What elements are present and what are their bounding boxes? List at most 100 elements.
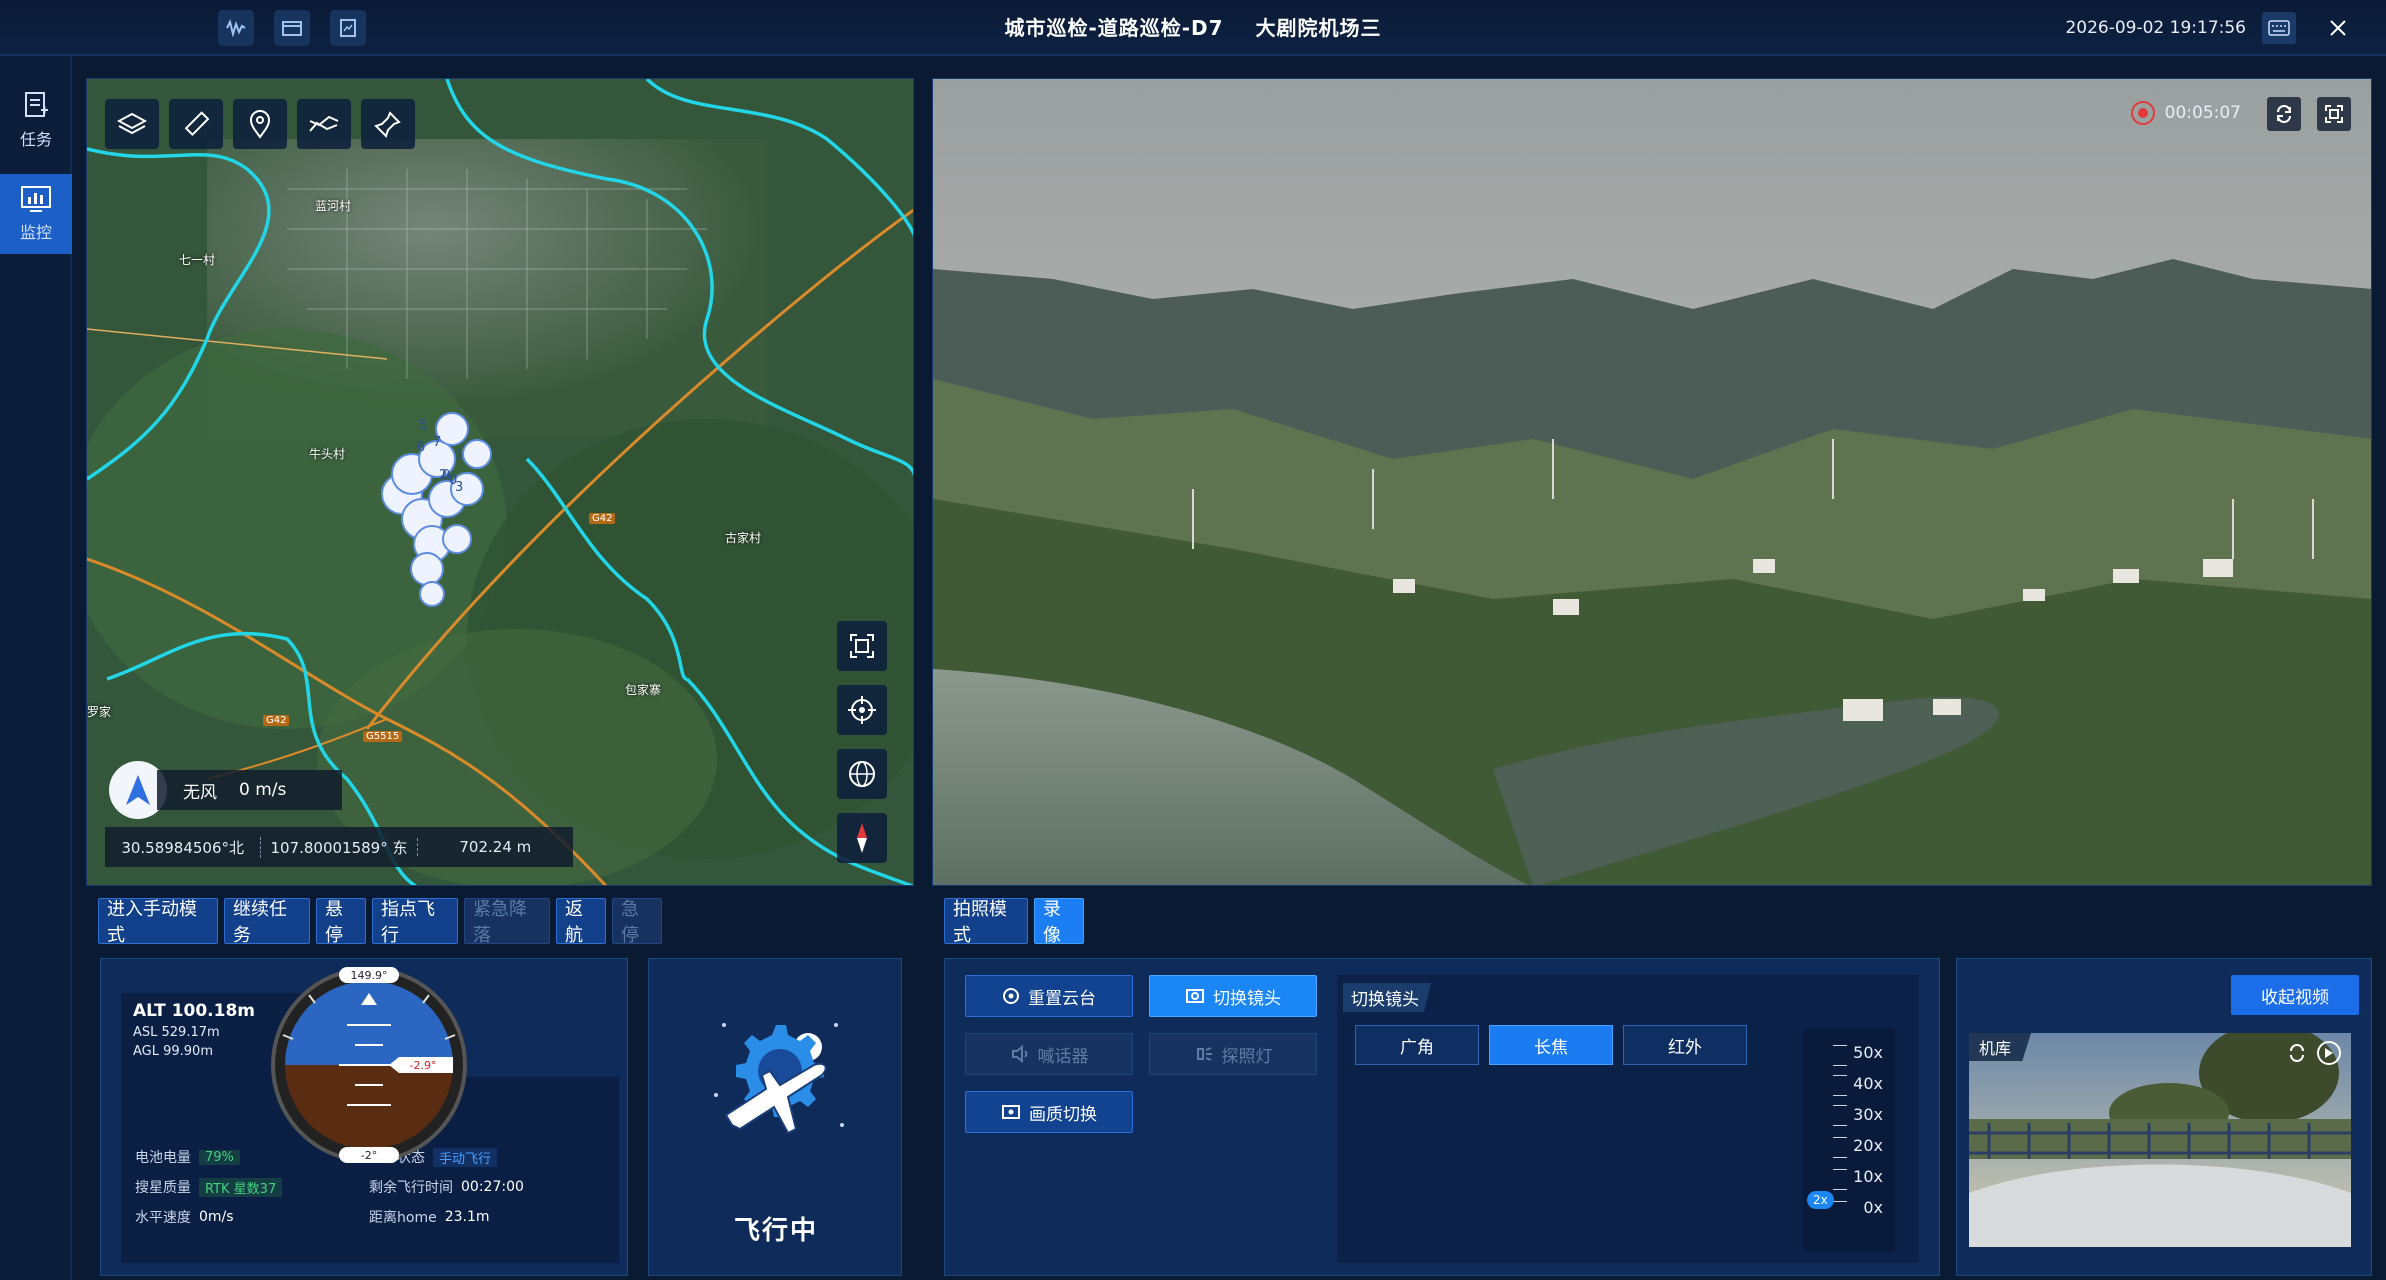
airplane-track-icon[interactable]: [297, 99, 351, 149]
ruler-icon[interactable]: [169, 99, 223, 149]
dock-play-icon[interactable]: [2317, 1041, 2341, 1065]
drone-flying-icon: [714, 1023, 844, 1135]
place-label: 七一村: [179, 253, 216, 267]
altitude: 702.24 m: [416, 838, 573, 856]
zoom-tick-line: [1833, 1137, 1847, 1138]
close-icon[interactable]: [2322, 12, 2354, 44]
place-label: 牛头村: [309, 447, 346, 461]
fullscreen-icon[interactable]: [2317, 97, 2351, 131]
sidebar-item-task[interactable]: 任务: [0, 80, 72, 160]
telemetry-panel: ALT 100.18m ASL 529.17m AGL 99.90m 电池电量 …: [100, 958, 628, 1276]
layers-icon[interactable]: [105, 99, 159, 149]
gps-value: RTK 星数37: [199, 1177, 283, 1197]
zoom-tick-line: [1833, 1045, 1847, 1046]
sidebar-item-monitor[interactable]: 监控: [0, 174, 72, 254]
switch-lens-button[interactable]: 切换镜头: [1149, 975, 1317, 1017]
home-value: 23.1m: [444, 1209, 490, 1225]
road-badge: G42: [589, 513, 616, 524]
spotlight-icon: [1196, 1047, 1212, 1061]
video-mode-button[interactable]: 录像: [1034, 898, 1084, 946]
emergency-stop-button[interactable]: 急停: [612, 898, 662, 946]
live-video-feed[interactable]: [933, 79, 2372, 886]
zoom-tick: 0x: [1863, 1198, 1883, 1217]
flight-control-bar: 进入手动模式 继续任务 悬停 指点飞行 紧急降落 返航 急停: [98, 898, 662, 946]
video-panel[interactable]: 00:05:07: [932, 78, 2372, 886]
spotlight-button[interactable]: 探照灯: [1149, 1033, 1317, 1075]
reset-gimbal-button[interactable]: 重置云台: [965, 975, 1133, 1017]
pin-icon[interactable]: [361, 99, 415, 149]
home-distance-stat: 距离home 23.1m: [369, 1207, 490, 1227]
map-panel[interactable]: 576 12003 蓝河村 七一村 牛头村 古家村 包家寨 罗家 G42 G42…: [86, 78, 914, 886]
continue-task-button[interactable]: 继续任务: [224, 898, 310, 946]
svg-text:6: 6: [417, 440, 425, 455]
zoom-tick-line: [1833, 1075, 1847, 1076]
gps-stat: 搜星质量 RTK 星数37: [135, 1177, 283, 1197]
place-label: 蓝河村: [315, 199, 352, 213]
speaker-button[interactable]: 喊话器: [965, 1033, 1133, 1075]
manual-mode-button[interactable]: 进入手动模式: [98, 898, 218, 946]
emergency-landing-button[interactable]: 紧急降落: [464, 898, 550, 946]
zoom-tick: 10x: [1853, 1167, 1883, 1186]
flight-status-panel: 飞行中: [648, 958, 902, 1276]
battery-label: 电池电量: [135, 1150, 191, 1166]
point-flight-button[interactable]: 指点飞行: [372, 898, 458, 946]
zoom-tick: 50x: [1853, 1043, 1883, 1062]
dock-video-feed[interactable]: 机库: [1969, 1033, 2351, 1247]
recording-indicator: 00:05:07: [2130, 101, 2241, 125]
task-icon: [25, 92, 48, 117]
remaining-label: 剩余飞行时间: [369, 1180, 453, 1196]
zoom-tick: 30x: [1853, 1105, 1883, 1124]
road-badge: G42: [263, 715, 290, 726]
hover-button[interactable]: 悬停: [316, 898, 366, 946]
globe-icon[interactable]: [837, 749, 887, 799]
remaining-time-stat: 剩余飞行时间 00:27:00: [369, 1177, 524, 1197]
return-home-button[interactable]: 返航: [556, 898, 606, 946]
record-time: 00:05:07: [2164, 103, 2241, 123]
gimbal-icon: [1003, 988, 1019, 1004]
sidebar: 任务 监控: [0, 56, 72, 1280]
zoom-tick-line: [1833, 1189, 1847, 1190]
top-bar: 城市巡检-道路巡检-D7 大剧院机场三 2026-09-02 19:17:56: [0, 0, 2386, 56]
camera-mode-bar: 拍照模式 录像: [944, 898, 1084, 946]
site-title: 大剧院机场三: [1255, 16, 1382, 40]
zoom-tick: 40x: [1853, 1074, 1883, 1093]
quality-icon: [1002, 1105, 1020, 1119]
location-pin-icon[interactable]: [233, 99, 287, 149]
battery-stat: 电池电量 79%: [135, 1147, 240, 1167]
gimbal-control-panel: 重置云台 切换镜头 喊话器 探照灯 画质切换 切换镜头 广角 长焦 红外 50x…: [944, 958, 1940, 1276]
collapse-video-button[interactable]: 收起视频: [2231, 975, 2359, 1015]
keyboard-icon[interactable]: [2262, 12, 2296, 44]
datetime: 2026-09-02 19:17:56: [2065, 18, 2246, 38]
switch-lens-label: 切换镜头: [1213, 988, 1281, 1009]
remaining-value: 00:27:00: [461, 1179, 524, 1195]
switch-camera-icon: [1186, 989, 1204, 1003]
fit-screen-icon[interactable]: [837, 621, 887, 671]
zoom-slider[interactable]: 50x 40x 30x 20x 10x 0x 2x: [1803, 1029, 1895, 1251]
heading-value: 149.9°: [351, 969, 388, 982]
flight-status-label: 飞行中: [733, 1216, 818, 1246]
zoom-current[interactable]: 2x: [1807, 1191, 1834, 1209]
lens-ir-button[interactable]: 红外: [1623, 1025, 1747, 1065]
lens-tele-button[interactable]: 长焦: [1489, 1025, 1613, 1065]
hspeed-stat: 水平速度 0m/s: [135, 1207, 234, 1227]
place-label: 包家寨: [625, 683, 662, 697]
zoom-tick-line: [1833, 1105, 1847, 1106]
zoom-tick-line: [1833, 1157, 1847, 1158]
refresh-icon[interactable]: [2267, 97, 2301, 131]
zoom-tick-line: [1833, 1125, 1847, 1126]
speaker-icon: [1011, 1045, 1027, 1063]
photo-mode-button[interactable]: 拍照模式: [944, 898, 1028, 946]
lens-wide-button[interactable]: 广角: [1355, 1025, 1479, 1065]
compass-north-icon[interactable]: [837, 813, 887, 863]
quality-switch-label: 画质切换: [1029, 1104, 1097, 1125]
hspeed-value: 0m/s: [199, 1209, 234, 1225]
crosshair-icon[interactable]: [837, 685, 887, 735]
svg-text:1: 1: [455, 448, 463, 463]
dock-refresh-icon[interactable]: [2287, 1043, 2307, 1067]
coordinate-bar: 30.58984506°北 107.80001589° 东 702.24 m: [105, 827, 573, 867]
svg-text:7: 7: [433, 435, 441, 450]
zoom-tick-line: [1833, 1095, 1847, 1096]
home-label: 距离home: [369, 1210, 437, 1226]
quality-switch-button[interactable]: 画质切换: [965, 1091, 1133, 1133]
hspeed-label: 水平速度: [135, 1210, 191, 1226]
